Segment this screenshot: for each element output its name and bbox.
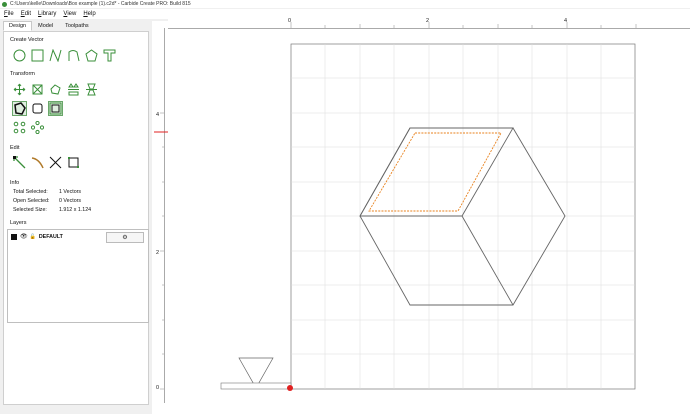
canvas-drawing [154, 22, 637, 391]
origin-marker[interactable] [287, 385, 293, 391]
material-indicator [220, 382, 292, 390]
